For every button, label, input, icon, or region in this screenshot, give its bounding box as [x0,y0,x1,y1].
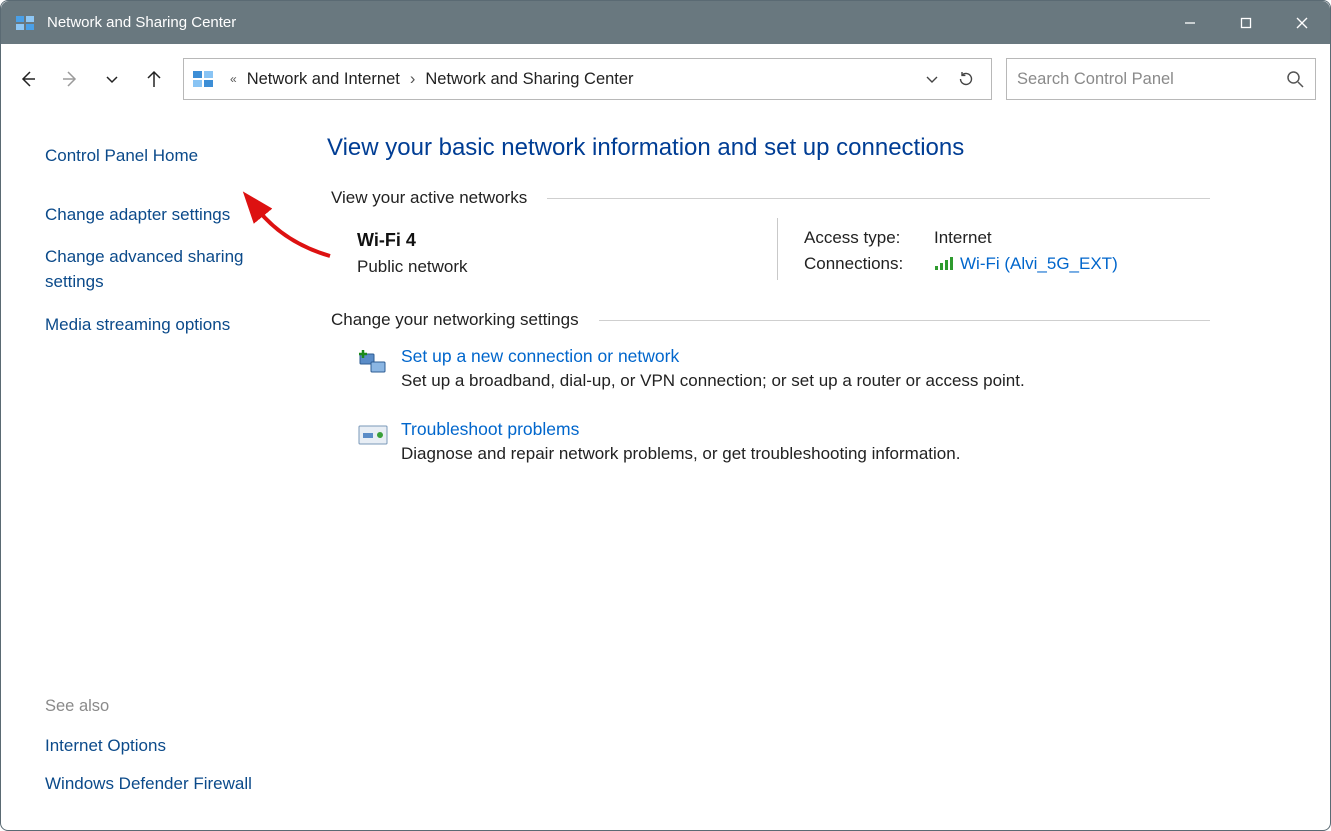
window-title: Network and Sharing Center [47,14,236,31]
close-button[interactable] [1274,1,1330,44]
refresh-button[interactable] [949,59,983,99]
page-heading: View your basic network information and … [327,134,1210,162]
breadcrumb-parent[interactable]: Network and Internet [243,70,404,89]
setup-connection-icon [357,346,401,391]
search-input[interactable] [1017,70,1285,89]
sidebar-adapter-settings-link[interactable]: Change adapter settings [45,203,279,228]
breadcrumb-overflow-icon[interactable]: « [230,72,237,86]
network-scope: Public network [357,257,777,277]
section-active-label: View your active networks [331,188,527,208]
recent-dropdown[interactable] [91,58,133,100]
minimize-button[interactable] [1162,1,1218,44]
troubleshoot-icon [357,419,401,464]
toolbar: « Network and Internet › Network and Sha… [1,44,1330,114]
see-also-internet-options[interactable]: Internet Options [45,736,279,756]
access-type-label: Access type: [804,228,934,248]
back-button[interactable] [7,58,49,100]
sidebar-media-streaming-link[interactable]: Media streaming options [45,313,279,338]
troubleshoot-item: Troubleshoot problems Diagnose and repai… [357,419,1210,464]
breadcrumb-current[interactable]: Network and Sharing Center [421,70,637,89]
see-also-defender-firewall[interactable]: Windows Defender Firewall [45,774,279,794]
sidebar-home-link[interactable]: Control Panel Home [45,144,279,169]
setup-connection-desc: Set up a broadband, dial-up, or VPN conn… [401,371,1210,391]
vertical-divider [777,218,778,280]
maximize-button[interactable] [1218,1,1274,44]
divider-line [547,198,1210,199]
forward-button[interactable] [49,58,91,100]
setup-connection-link[interactable]: Set up a new connection or network [401,346,679,367]
search-box[interactable] [1006,58,1316,100]
section-active-networks: View your active networks [331,188,1210,208]
control-panel-icon [192,68,214,90]
sidebar: Control Panel Home Change adapter settin… [1,114,301,830]
up-button[interactable] [133,58,175,100]
titlebar: Network and Sharing Center [1,1,1330,44]
troubleshoot-link[interactable]: Troubleshoot problems [401,419,579,440]
app-icon [15,13,35,33]
section-change-label: Change your networking settings [331,310,579,330]
wifi-signal-icon [934,255,954,271]
access-type-value: Internet [934,228,992,248]
network-name: Wi-Fi 4 [357,230,777,251]
setup-connection-item: Set up a new connection or network Set u… [357,346,1210,391]
address-dropdown[interactable] [915,59,949,99]
connection-link[interactable]: Wi-Fi (Alvi_5G_EXT) [934,254,1118,274]
sidebar-advanced-sharing-link[interactable]: Change advanced sharing settings [45,245,279,294]
active-network-block: Wi-Fi 4 Public network Access type: Inte… [357,224,1210,280]
see-also-label: See also [45,697,279,716]
connection-name: Wi-Fi (Alvi_5G_EXT) [960,254,1118,273]
network-details: Access type: Internet Connections: Wi-Fi… [804,224,1118,280]
main-panel: View your basic network information and … [301,114,1330,830]
connections-label: Connections: [804,254,934,274]
search-icon[interactable] [1285,69,1305,89]
breadcrumb-separator-icon: › [410,70,416,89]
network-summary: Wi-Fi 4 Public network [357,224,777,280]
troubleshoot-desc: Diagnose and repair network problems, or… [401,444,1210,464]
address-bar[interactable]: « Network and Internet › Network and Sha… [183,58,992,100]
section-change-settings: Change your networking settings [331,310,1210,330]
divider-line [599,320,1210,321]
content: Control Panel Home Change adapter settin… [1,114,1330,830]
